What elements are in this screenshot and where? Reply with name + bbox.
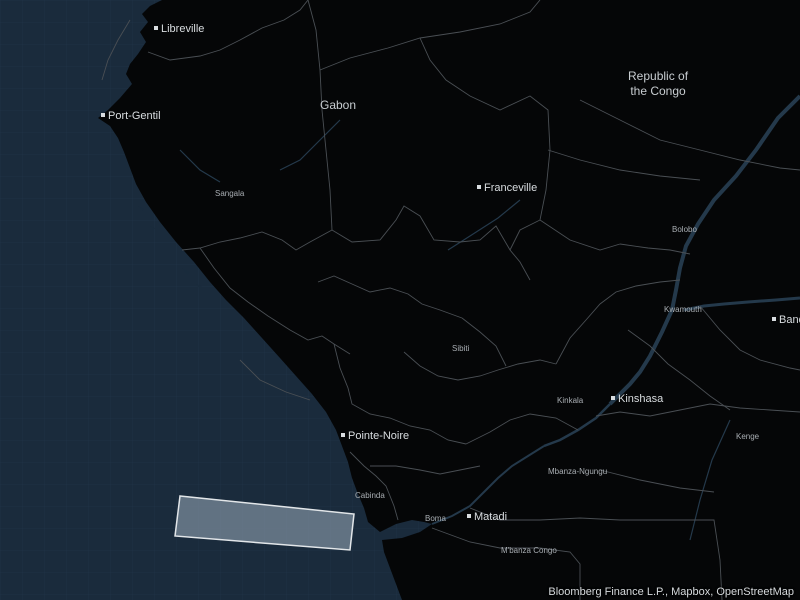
- town-sangala: Sangala: [215, 189, 245, 198]
- city-bandundu[interactable]: Band: [772, 315, 800, 326]
- country-label-gabon: Gabon: [320, 98, 357, 112]
- map-canvas[interactable]: Gabon Republic of the Congo Libreville P…: [0, 0, 800, 600]
- city-marker-icon: [611, 396, 615, 401]
- city-matadi[interactable]: Matadi: [467, 512, 507, 523]
- city-marker-icon: [154, 26, 158, 31]
- town-mbanza-ngungu: Mbanza-Ngungu: [548, 467, 608, 476]
- town-cabinda: Cabinda: [355, 491, 385, 500]
- town-bolobo: Bolobo: [672, 225, 697, 234]
- city-marker-icon: [467, 514, 471, 519]
- city-marker-icon: [772, 317, 776, 322]
- city-marker-icon: [477, 185, 481, 190]
- city-port-gentil[interactable]: Port-Gentil: [101, 111, 161, 122]
- town-kenge: Kenge: [736, 432, 760, 441]
- town-kinkala: Kinkala: [557, 396, 584, 405]
- city-marker-icon: [341, 433, 345, 438]
- city-marker-icon: [101, 113, 105, 118]
- city-franceville[interactable]: Franceville: [477, 183, 537, 194]
- town-kwamouth: Kwamouth: [664, 305, 702, 314]
- city-pointe-noire[interactable]: Pointe-Noire: [341, 431, 409, 442]
- country-label-congo: Republic of the Congo: [628, 69, 689, 98]
- town-sibiti: Sibiti: [452, 344, 470, 353]
- city-libreville[interactable]: Libreville: [154, 24, 204, 35]
- city-kinshasa[interactable]: Kinshasa: [611, 394, 663, 405]
- town-boma: Boma: [425, 514, 446, 523]
- map-attribution: Bloomberg Finance L.P., Mapbox, OpenStre…: [548, 586, 794, 598]
- town-mbanza-congo: M'banza Congo: [501, 546, 557, 555]
